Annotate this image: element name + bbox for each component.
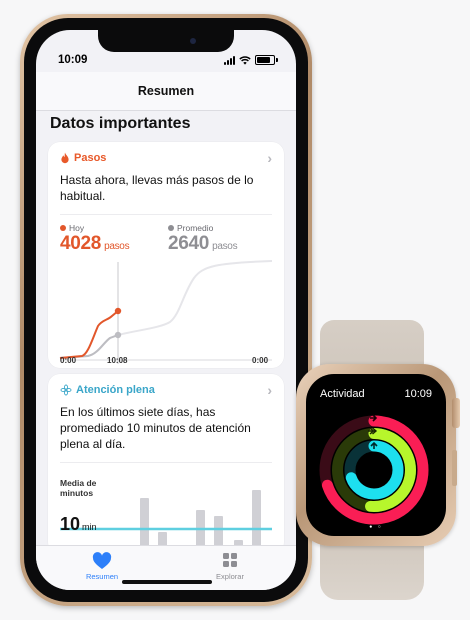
average-minutes-unit: min (82, 522, 97, 532)
battery-tip (276, 58, 278, 62)
average-minutes-number: 10 (60, 514, 81, 534)
heart-icon (92, 552, 112, 569)
status-time: 10:09 (58, 54, 88, 66)
watch-screen: Actividad 10:09 ● ○ (306, 374, 446, 536)
axis-tick-end: 0:00 (252, 356, 269, 365)
front-camera (190, 38, 196, 44)
wifi-icon (239, 55, 251, 65)
phone-body: 10:09 Resumen Datos importantes Pasos › … (24, 18, 308, 602)
axis-tick-marker: 10:08 (107, 356, 128, 365)
nav-title: Resumen (137, 84, 195, 98)
average-point (114, 331, 122, 339)
steps-highlight-card[interactable]: Pasos › Hasta ahora, llevas más pasos de… (48, 142, 284, 368)
activity-rings[interactable] (306, 374, 446, 536)
average-minutes-label: Media de minutos (60, 478, 97, 498)
side-button[interactable] (452, 450, 457, 486)
tab-summary[interactable]: Resumen (62, 552, 142, 581)
tab-bar: Resumen Explorar (36, 545, 296, 590)
notch (98, 30, 234, 52)
home-indicator[interactable] (122, 580, 212, 584)
phone-frame: 10:09 Resumen Datos importantes Pasos › … (20, 14, 312, 606)
tab-summary-label: Resumen (85, 572, 119, 581)
tab-explore[interactable]: Explorar (190, 552, 270, 581)
phone-screen: 10:09 Resumen Datos importantes Pasos › … (36, 30, 296, 590)
page-indicator: ● ○ (369, 524, 383, 530)
section-title: Datos importantes (50, 115, 191, 132)
today-curve (59, 310, 119, 359)
digital-crown[interactable] (452, 398, 460, 428)
battery-icon (255, 55, 275, 65)
steps-chart (59, 260, 273, 364)
navigation-bar: Resumen (36, 72, 296, 111)
signal-icon (224, 55, 235, 65)
status-icons (224, 55, 278, 65)
grid-icon (223, 553, 237, 567)
average-minutes-value: 10 min (60, 514, 97, 535)
today-point (114, 307, 122, 315)
axis-tick-start: 0:00 (60, 356, 77, 365)
tab-explore-label: Explorar (216, 572, 244, 581)
mindfulness-highlight-card[interactable]: Atención plena › En los últimos siete dí… (48, 374, 284, 554)
